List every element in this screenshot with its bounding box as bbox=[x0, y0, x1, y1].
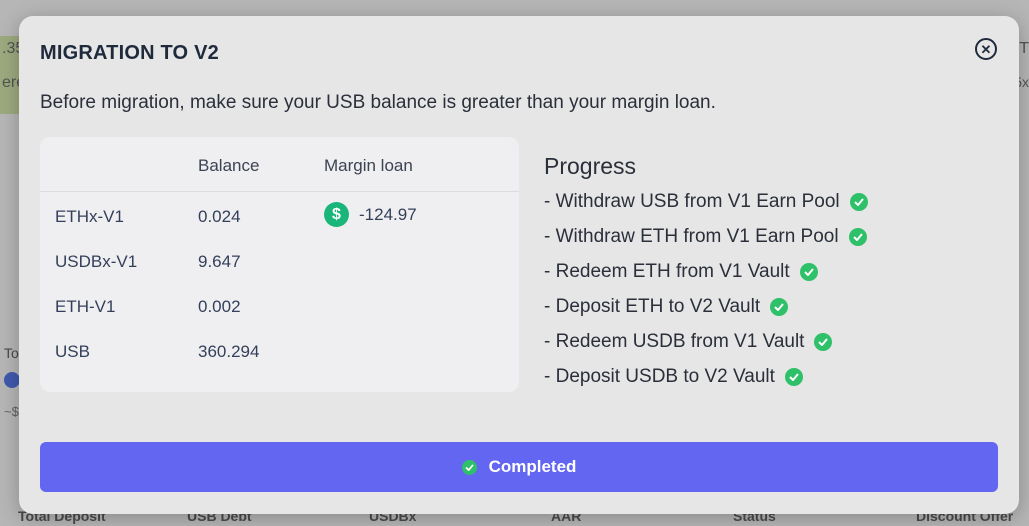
asset-balance: 360.294 bbox=[198, 342, 260, 361]
close-icon[interactable]: ✕ bbox=[975, 38, 997, 60]
check-circle-icon bbox=[770, 298, 789, 316]
check-circle-icon bbox=[461, 459, 477, 475]
asset-name: USB bbox=[55, 342, 90, 361]
progress-step-label: - Redeem ETH from V1 Vault bbox=[544, 261, 790, 282]
progress-step: - Redeem ETH from V1 Vault bbox=[544, 261, 818, 283]
table-row: USB 360.294 bbox=[40, 342, 519, 387]
migration-modal: MIGRATION TO V2 ✕ Before migration, make… bbox=[19, 16, 1019, 514]
check-circle-icon bbox=[814, 333, 833, 351]
progress-step: - Withdraw USB from V1 Earn Pool bbox=[544, 191, 868, 213]
margin-loan-value: -124.97 bbox=[359, 204, 417, 224]
progress-step: - Redeem USDB from V1 Vault bbox=[544, 331, 833, 353]
margin-loan-cell: $ -124.97 bbox=[324, 202, 417, 227]
progress-title: Progress bbox=[544, 153, 637, 179]
progress-step-label: - Redeem USDB from V1 Vault bbox=[544, 331, 805, 352]
check-circle-icon bbox=[848, 228, 867, 246]
table-row: USDBx-V1 9.647 bbox=[40, 252, 519, 297]
asset-name: USDBx-V1 bbox=[55, 252, 138, 271]
asset-balance: 0.002 bbox=[198, 297, 241, 316]
check-circle-icon bbox=[799, 263, 818, 281]
table-row: ETH-V1 0.002 bbox=[40, 297, 519, 342]
dollar-icon: $ bbox=[324, 202, 349, 227]
table-row: ETHx-V1 0.024 $ -124.97 bbox=[40, 202, 519, 252]
progress-step-label: - Withdraw ETH from V1 Earn Pool bbox=[544, 226, 839, 247]
migration-notice: Before migration, make sure your USB bal… bbox=[40, 92, 716, 113]
modal-title: MIGRATION TO V2 bbox=[40, 42, 219, 64]
balance-table-header: Balance Margin loan bbox=[40, 137, 519, 192]
check-circle-icon bbox=[784, 368, 803, 386]
balance-table: Balance Margin loan ETHx-V1 0.024 $ -124… bbox=[40, 137, 519, 392]
progress-step-label: - Deposit USDB to V2 Vault bbox=[544, 366, 775, 387]
progress-step-label: - Withdraw USB from V1 Earn Pool bbox=[544, 191, 840, 212]
progress-step: - Deposit ETH to V2 Vault bbox=[544, 296, 789, 318]
completed-button-label: Completed bbox=[488, 457, 577, 476]
asset-balance: 9.647 bbox=[198, 252, 241, 271]
progress-step: - Withdraw ETH from V1 Earn Pool bbox=[544, 226, 867, 248]
check-circle-icon bbox=[849, 193, 868, 211]
completed-button[interactable]: Completed bbox=[40, 442, 998, 492]
asset-balance: 0.024 bbox=[198, 207, 241, 226]
column-header-balance: Balance bbox=[198, 156, 260, 175]
column-header-margin-loan: Margin loan bbox=[324, 156, 413, 175]
asset-name: ETHx-V1 bbox=[55, 207, 124, 226]
asset-name: ETH-V1 bbox=[55, 297, 116, 316]
progress-step: - Deposit USDB to V2 Vault bbox=[544, 366, 803, 388]
progress-step-label: - Deposit ETH to V2 Vault bbox=[544, 296, 761, 317]
